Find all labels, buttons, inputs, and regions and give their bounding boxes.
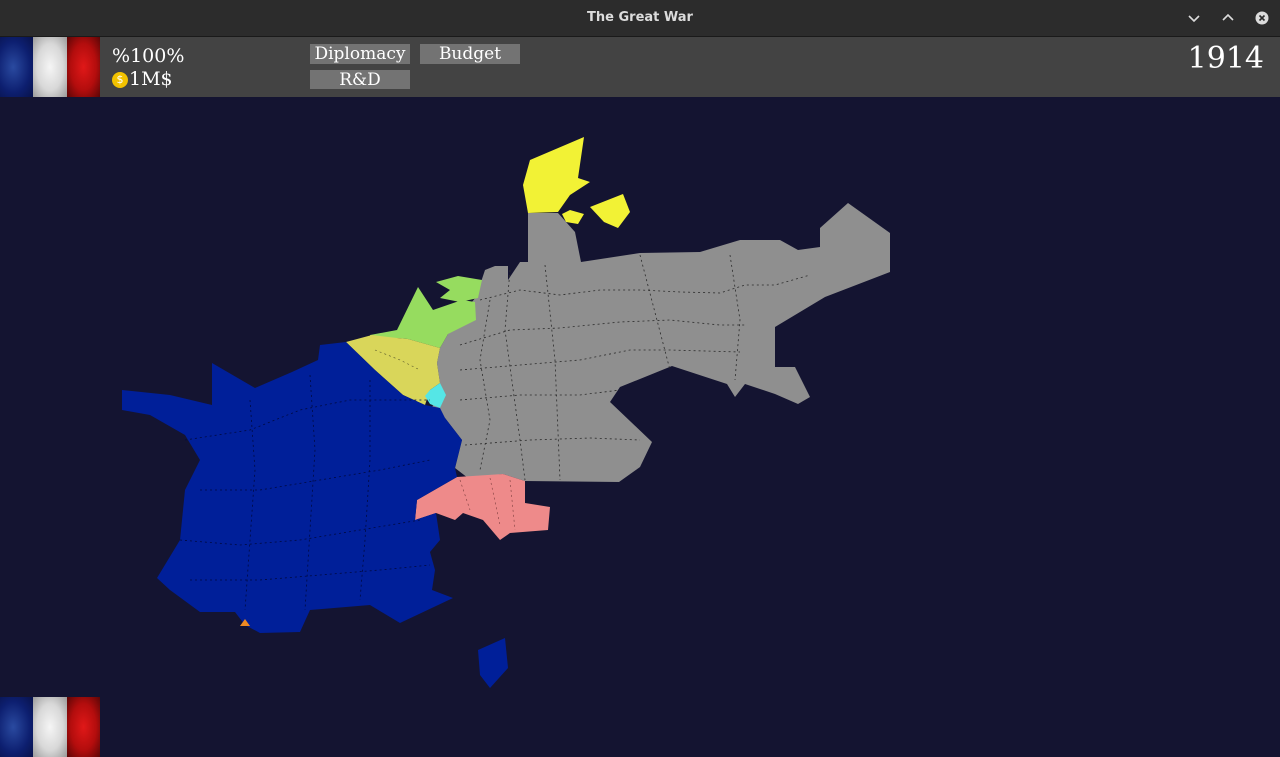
diplomacy-button[interactable]: Diplomacy	[310, 44, 410, 64]
current-year: 1914	[1187, 41, 1264, 76]
coin-icon: $	[112, 72, 128, 88]
top-hud-bar: %100% $1M$ Diplomacy Budget R&D 1914	[0, 37, 1280, 97]
world-map[interactable]	[0, 97, 1280, 757]
window-titlebar: The Great War	[0, 0, 1280, 37]
player-flag[interactable]	[0, 37, 100, 97]
stability-value: 100%	[130, 45, 185, 67]
money-indicator: $1M$	[112, 68, 173, 90]
minimize-button[interactable]	[1184, 8, 1204, 28]
stability-indicator: %100%	[112, 45, 184, 67]
rnd-button[interactable]: R&D	[310, 70, 410, 90]
budget-button[interactable]: Budget	[420, 44, 520, 64]
window-title: The Great War	[587, 10, 693, 25]
selected-nation-flag[interactable]	[0, 697, 100, 757]
money-value: 1M$	[129, 68, 173, 90]
chevron-down-icon	[1188, 15, 1200, 23]
chevron-up-icon	[1222, 13, 1234, 21]
close-button[interactable]	[1252, 8, 1272, 28]
percent-icon: %	[112, 45, 131, 67]
close-icon	[1255, 11, 1269, 25]
maximize-button[interactable]	[1218, 8, 1238, 28]
